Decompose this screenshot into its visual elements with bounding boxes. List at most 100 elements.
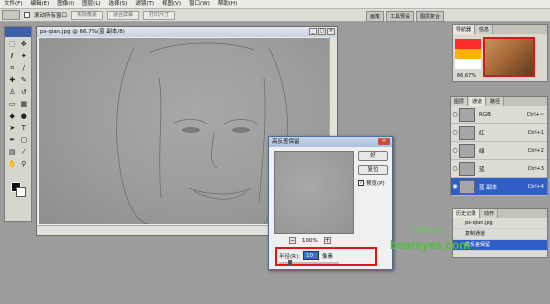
menu-view[interactable]: 视图(V) bbox=[158, 0, 185, 9]
document-title: ps-qian.jpg @ 66.7%(蓝 副本/8) bbox=[40, 29, 125, 35]
pen-tool-icon[interactable]: ✒ bbox=[7, 135, 18, 146]
actual-pixels-button[interactable]: 实际像素 bbox=[71, 10, 104, 20]
preview-label: 预览(P) bbox=[366, 181, 385, 187]
preview-checkbox[interactable]: ✓ bbox=[358, 180, 364, 186]
navigator-zoom[interactable]: 66.67% bbox=[457, 73, 476, 79]
swatches-strip[interactable] bbox=[455, 39, 481, 69]
channels-panel: 图层 通道 路径 ○ RGB Ctrl+~ ○ 红 Ctrl+1 ○ 绿 Ctr… bbox=[450, 96, 548, 196]
reset-button[interactable]: 复位 bbox=[358, 165, 388, 175]
channel-name: 绿 bbox=[479, 148, 485, 155]
menu-filter[interactable]: 滤镜(T) bbox=[131, 0, 158, 9]
background-color-swatch[interactable] bbox=[16, 187, 26, 197]
tab-actions[interactable]: 动作 bbox=[481, 209, 499, 218]
stamp-tool-icon[interactable]: ♙ bbox=[7, 87, 18, 98]
hand-tool-icon[interactable]: ✋ bbox=[7, 159, 18, 170]
visibility-icon[interactable]: ○ bbox=[451, 129, 459, 136]
channel-shortcut: Ctrl+3 bbox=[527, 165, 544, 172]
maximize-icon[interactable]: □ bbox=[318, 28, 326, 35]
scroll-all-checkbox[interactable] bbox=[24, 12, 30, 18]
gradient-tool-icon[interactable]: ▦ bbox=[19, 99, 30, 110]
channel-row[interactable]: ○ RGB Ctrl+~ bbox=[451, 106, 547, 124]
navigator-panel: 导航器 信息 66.67% bbox=[452, 24, 548, 82]
options-bar: 滚动所有窗口 实际像素 适合屏幕 打印尺寸 bbox=[0, 9, 550, 22]
close-icon[interactable]: × bbox=[378, 138, 390, 145]
menu-bar: 文件(F) 编辑(E) 图像(I) 图层(L) 选择(S) 滤镜(T) 视图(V… bbox=[0, 0, 550, 9]
slice-tool-icon[interactable]: ∕ bbox=[19, 63, 30, 74]
ok-button[interactable]: 好 bbox=[358, 151, 388, 161]
visibility-icon[interactable]: ○ bbox=[451, 147, 459, 154]
watermark: beareyes.com bbox=[390, 238, 471, 252]
preview-zoom-row: − 100% + bbox=[289, 237, 331, 244]
print-size-button[interactable]: 打印尺寸 bbox=[143, 10, 176, 20]
toolbox-logo bbox=[5, 27, 31, 37]
notes-tool-icon[interactable]: ▤ bbox=[7, 147, 18, 158]
palette-tab-layer-comps[interactable]: 图层复合 bbox=[416, 11, 445, 22]
watermark-cn: 小熊在线 bbox=[410, 226, 442, 235]
menu-window[interactable]: 窗口(W) bbox=[185, 0, 214, 9]
menu-layer[interactable]: 图层(L) bbox=[78, 0, 104, 9]
zoom-tool-icon[interactable]: ⚲ bbox=[19, 159, 30, 170]
tool-preset-picker[interactable] bbox=[2, 10, 20, 20]
high-pass-dialog: 高反差保留 × 好 复位 ✓ 预览(P) − 100% + 半径(R): 10 … bbox=[268, 136, 393, 270]
channel-row[interactable]: ○ 红 Ctrl+1 bbox=[451, 124, 547, 142]
channel-row-selected[interactable]: ◉ 蓝 副本 Ctrl+4 bbox=[451, 178, 547, 196]
close-icon[interactable]: × bbox=[327, 28, 335, 35]
blur-tool-icon[interactable]: ◆ bbox=[7, 111, 18, 122]
preview-option[interactable]: ✓ 预览(P) bbox=[358, 179, 385, 187]
tab-info[interactable]: 信息 bbox=[476, 25, 494, 34]
channel-row[interactable]: ○ 蓝 Ctrl+3 bbox=[451, 160, 547, 178]
move-tool-icon[interactable]: ✥ bbox=[19, 39, 30, 50]
filter-preview[interactable] bbox=[274, 151, 354, 234]
menu-help[interactable]: 帮助(H) bbox=[214, 0, 241, 9]
minimize-icon[interactable]: _ bbox=[309, 28, 317, 35]
history-row[interactable]: ps-qian.jpg bbox=[453, 218, 547, 229]
tab-history[interactable]: 历史记录 bbox=[453, 209, 481, 218]
channel-thumbnail bbox=[459, 143, 475, 158]
visibility-icon[interactable]: ○ bbox=[451, 165, 459, 172]
menu-image[interactable]: 图像(I) bbox=[53, 0, 78, 9]
channel-thumbnail bbox=[459, 125, 475, 140]
crop-tool-icon[interactable]: ⌗ bbox=[7, 63, 18, 74]
toolbox: ⬚ ✥ ℓ ✦ ⌗ ∕ ✚ ✎ ♙ ↺ ▭ ▦ ◆ ● ➤ T ✒ ▢ ▤ ⁄ … bbox=[4, 26, 32, 222]
path-select-icon[interactable]: ➤ bbox=[7, 123, 18, 134]
document-title-bar[interactable]: ps-qian.jpg @ 66.7%(蓝 副本/8) _ □ × bbox=[37, 27, 337, 37]
fit-screen-button[interactable]: 适合屏幕 bbox=[107, 10, 140, 20]
palette-tab-brushes[interactable]: 画笔 bbox=[366, 11, 385, 22]
tab-paths[interactable]: 路径 bbox=[487, 97, 505, 106]
dialog-title: 高反差保留 bbox=[272, 139, 300, 145]
magic-wand-tool-icon[interactable]: ✦ bbox=[19, 51, 30, 62]
healing-brush-icon[interactable]: ✚ bbox=[7, 75, 18, 86]
visibility-icon[interactable]: ◉ bbox=[451, 183, 459, 190]
channel-thumbnail bbox=[459, 107, 475, 122]
menu-file[interactable]: 文件(F) bbox=[0, 0, 26, 9]
menu-edit[interactable]: 编辑(E) bbox=[26, 0, 53, 9]
brush-tool-icon[interactable]: ✎ bbox=[19, 75, 30, 86]
lasso-tool-icon[interactable]: ℓ bbox=[7, 51, 18, 62]
eyedropper-tool-icon[interactable]: ⁄ bbox=[19, 147, 30, 158]
type-tool-icon[interactable]: T bbox=[19, 123, 30, 134]
history-brush-icon[interactable]: ↺ bbox=[19, 87, 30, 98]
radius-label: 半径(R): bbox=[279, 253, 300, 260]
palette-tab-tool-presets[interactable]: 工具预设 bbox=[386, 11, 415, 22]
menu-select[interactable]: 选择(S) bbox=[105, 0, 132, 9]
eraser-tool-icon[interactable]: ▭ bbox=[7, 99, 18, 110]
radius-input[interactable]: 10 bbox=[302, 251, 319, 260]
channel-thumbnail bbox=[459, 161, 475, 176]
shape-tool-icon[interactable]: ▢ bbox=[19, 135, 30, 146]
channel-name: 蓝 副本 bbox=[479, 184, 498, 191]
channel-thumbnail bbox=[459, 179, 475, 194]
zoom-out-button[interactable]: − bbox=[289, 237, 296, 244]
dodge-tool-icon[interactable]: ● bbox=[19, 111, 30, 122]
tab-layers[interactable]: 图层 bbox=[451, 97, 469, 106]
scroll-all-label: 滚动所有窗口 bbox=[34, 13, 68, 19]
visibility-icon[interactable]: ○ bbox=[451, 111, 459, 118]
tab-navigator[interactable]: 导航器 bbox=[453, 25, 476, 34]
dialog-title-bar[interactable]: 高反差保留 × bbox=[269, 137, 392, 147]
zoom-in-button[interactable]: + bbox=[323, 237, 331, 244]
palette-well: 画笔 工具预设 图层复合 bbox=[366, 11, 445, 22]
tab-channels[interactable]: 通道 bbox=[469, 97, 487, 106]
marquee-tool-icon[interactable]: ⬚ bbox=[7, 39, 18, 50]
radius-slider-handle[interactable] bbox=[288, 260, 292, 266]
navigator-thumbnail[interactable] bbox=[483, 37, 535, 77]
channel-row[interactable]: ○ 绿 Ctrl+2 bbox=[451, 142, 547, 160]
